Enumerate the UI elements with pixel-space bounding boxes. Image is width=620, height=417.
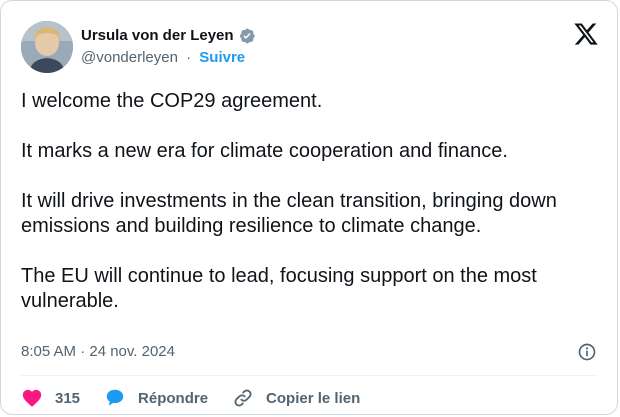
reply-label: Répondre	[138, 389, 209, 407]
follow-button[interactable]: Suivre	[199, 49, 245, 66]
author-handle[interactable]: @vonderleyen	[81, 49, 178, 66]
tweet-header: Ursula von der Leyen @vonderleyen · Suiv…	[21, 19, 256, 75]
tweet-timestamp[interactable]: 8:05 AM · 24 nov. 2024	[21, 342, 175, 362]
avatar[interactable]	[21, 21, 73, 73]
author-identity: Ursula von der Leyen @vonderleyen · Suiv…	[81, 26, 256, 68]
divider	[21, 375, 597, 376]
heart-icon	[22, 389, 42, 407]
tweet-card: Ursula von der Leyen @vonderleyen · Suiv…	[0, 0, 618, 415]
handle-separator: ·	[186, 49, 192, 66]
tweet-paragraph: It marks a new era for climate cooperati…	[21, 140, 508, 162]
tweet-actions: 315 Répondre Copier le lien	[21, 386, 384, 410]
avatar-image	[21, 21, 73, 73]
like-count: 315	[55, 389, 81, 407]
like-button[interactable]: 315	[21, 387, 80, 409]
link-icon	[234, 389, 252, 407]
copy-link-label: Copier le lien	[266, 389, 361, 407]
author-name[interactable]: Ursula von der Leyen	[81, 26, 234, 46]
author-handle-row: @vonderleyen · Suivre	[81, 48, 256, 68]
tweet-paragraph: I welcome the COP29 agreement.	[21, 90, 323, 112]
author-name-row: Ursula von der Leyen	[81, 26, 256, 46]
info-icon[interactable]	[577, 342, 597, 362]
tweet-text: I welcome the COP29 agreement. It marks …	[21, 89, 606, 314]
verified-badge-icon	[238, 27, 256, 45]
x-logo-icon[interactable]	[573, 21, 599, 47]
reply-bubble-icon	[106, 389, 124, 406]
tweet-paragraph: The EU will continue to lead, focusing s…	[21, 265, 537, 312]
tweet-paragraph: It will drive investments in the clean t…	[21, 190, 557, 237]
reply-button[interactable]: Répondre	[104, 387, 208, 409]
copy-link-button[interactable]: Copier le lien	[232, 387, 360, 409]
